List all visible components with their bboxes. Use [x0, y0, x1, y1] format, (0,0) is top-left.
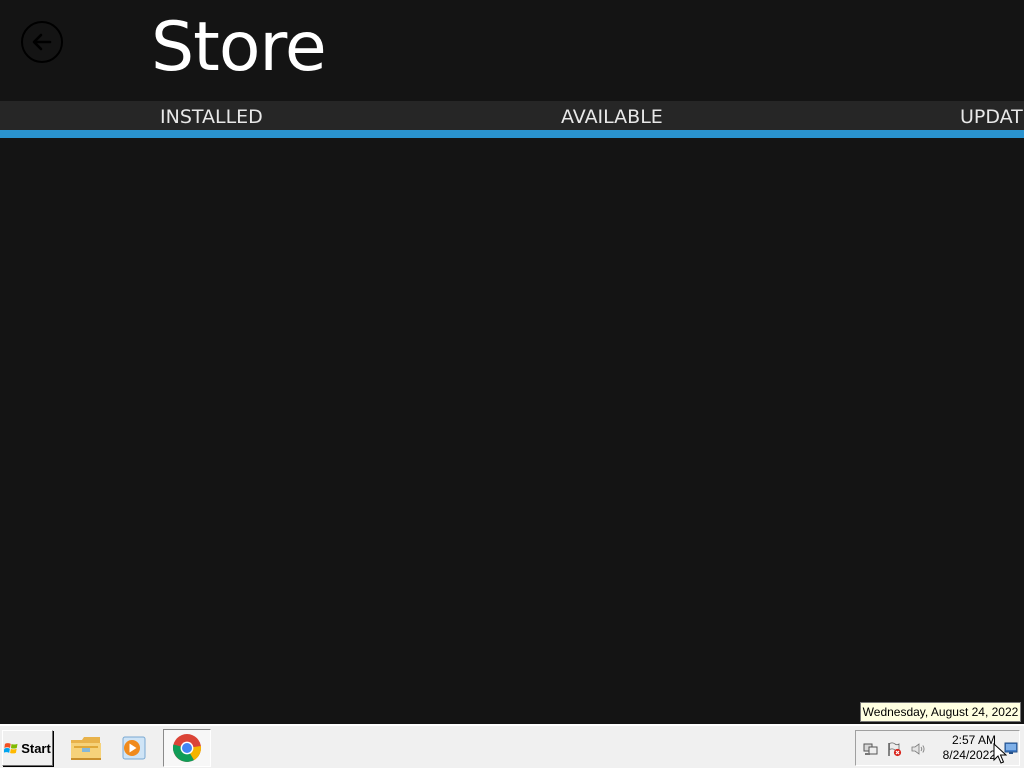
media-player-icon — [122, 736, 146, 760]
chrome-icon — [172, 734, 202, 762]
windows-logo-icon — [4, 742, 18, 753]
back-button[interactable] — [21, 21, 63, 63]
volume-button[interactable] — [909, 740, 927, 758]
network-icon — [863, 743, 878, 755]
clock-time: 2:57 AM — [951, 733, 996, 747]
back-arrow-icon — [32, 33, 52, 51]
media-player-button[interactable] — [114, 730, 154, 766]
tab-updates[interactable]: UPDATES — [960, 106, 1024, 128]
file-explorer-icon — [71, 737, 101, 760]
show-desktop-button[interactable] — [1004, 740, 1018, 754]
show-desktop-icon — [1004, 742, 1018, 754]
clock-date: 8/24/2022 — [942, 748, 996, 762]
chrome-taskbar-button[interactable] — [163, 729, 211, 767]
taskbar: Start 2:57 AM 8/24/2022 — [0, 724, 1024, 768]
date-tooltip: Wednesday, August 24, 2022 — [860, 702, 1021, 722]
store-app: Store INSTALLED AVAILABLE UPDATES — [0, 0, 1024, 724]
action-center-button[interactable] — [885, 740, 903, 758]
start-button[interactable]: Start — [2, 730, 53, 766]
start-label: Start — [21, 740, 51, 756]
tab-available[interactable]: AVAILABLE — [561, 106, 663, 128]
network-button[interactable] — [862, 740, 880, 758]
tab-accent-bar — [0, 130, 1024, 138]
file-explorer-button[interactable] — [66, 730, 106, 766]
tab-installed[interactable]: INSTALLED — [160, 106, 263, 128]
system-tray: 2:57 AM 8/24/2022 — [855, 730, 1020, 766]
page-title: Store — [151, 8, 327, 87]
tab-bar — [0, 101, 1024, 130]
clock[interactable]: 2:57 AM 8/24/2022 — [934, 733, 996, 763]
action-center-flag-icon — [888, 742, 902, 757]
volume-icon — [911, 743, 925, 755]
